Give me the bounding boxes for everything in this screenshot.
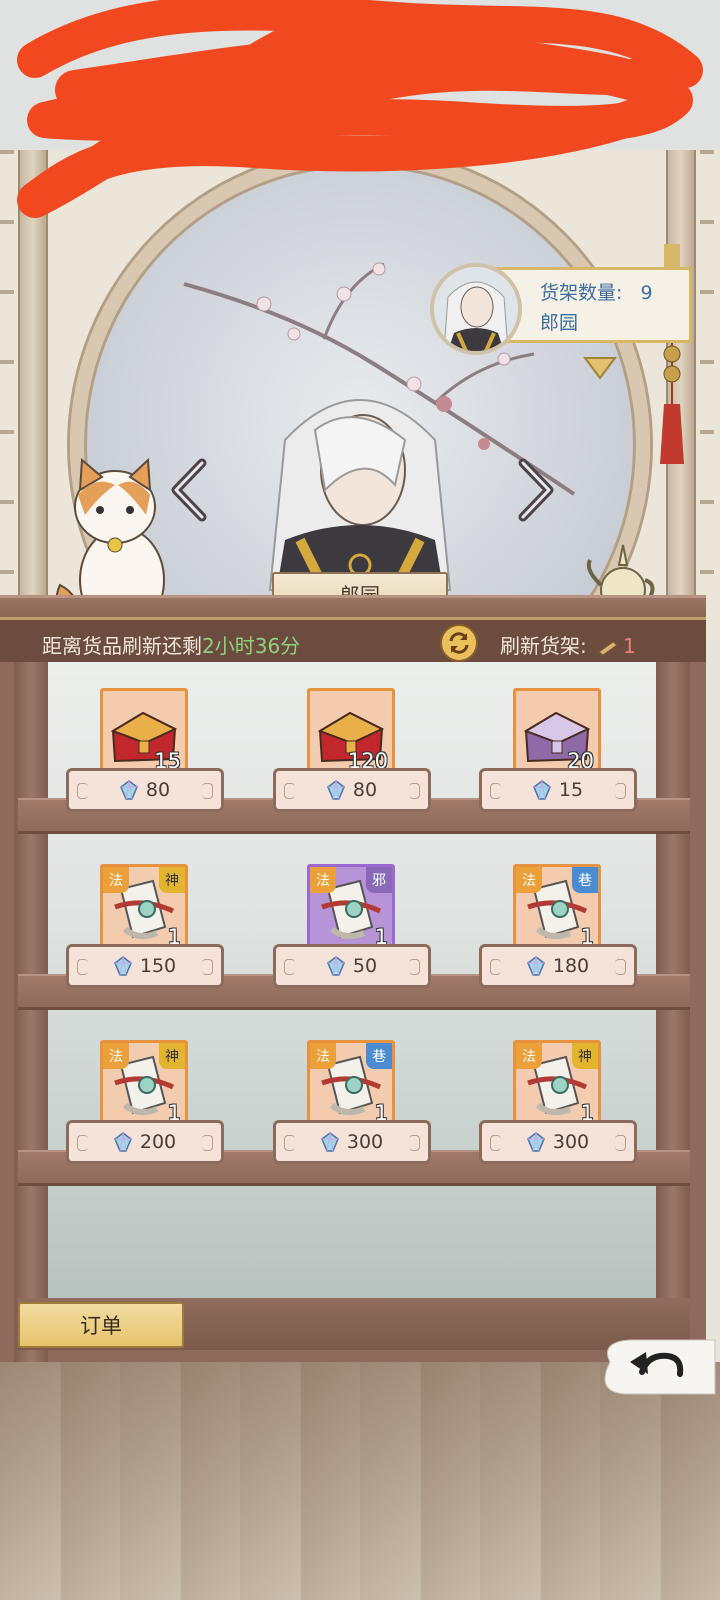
shelf-right-post	[656, 662, 690, 1362]
item-icon-box[interactable]: 法神1	[100, 864, 188, 952]
shop-item-slot[interactable]: 法神 1 150	[66, 864, 226, 1004]
refresh-shelf-button[interactable]	[440, 624, 478, 662]
gem-icon	[113, 956, 132, 976]
item-tag-right: 神	[572, 1043, 598, 1069]
triangle-down-icon[interactable]	[583, 356, 617, 380]
gem-icon	[320, 1132, 339, 1152]
shop-item-slot[interactable]: 法邪 1 50	[273, 864, 433, 1004]
gem-icon	[532, 780, 551, 800]
shop-item-slot[interactable]: 法巷 1 300	[273, 1040, 433, 1180]
ticket-icon	[598, 640, 618, 656]
character-portrait[interactable]	[245, 370, 475, 600]
back-arrow-icon	[604, 1339, 716, 1395]
item-price-value: 80	[145, 779, 171, 801]
gem-icon	[526, 956, 545, 976]
chevron-right-icon	[518, 458, 554, 522]
item-price-value: 200	[139, 1131, 177, 1153]
shop-item-slot[interactable]: 20 15	[479, 688, 639, 828]
next-character-button[interactable]	[505, 455, 565, 525]
item-tag-left: 法	[310, 1043, 336, 1069]
item-price-plate[interactable]: 300	[479, 1120, 637, 1164]
countdown-prefix: 距离货品刷新还剩	[42, 634, 202, 658]
item-tag-left: 法	[516, 1043, 542, 1069]
shop-item-slot[interactable]: 法巷 1 180	[479, 864, 639, 1004]
left-lattice	[0, 150, 14, 630]
item-price-plate[interactable]: 300	[273, 1120, 431, 1164]
refresh-icon	[449, 632, 469, 654]
shelf-info-card[interactable]: 货架数量: 9 郎园	[430, 263, 692, 355]
item-price-value: 80	[352, 779, 378, 801]
gem-icon	[526, 1132, 545, 1152]
gem-icon	[113, 1132, 132, 1152]
item-tag-left: 法	[310, 867, 336, 893]
gem-icon	[119, 780, 138, 800]
item-tag-left: 法	[103, 1043, 129, 1069]
shelf-owner-name: 郎园	[540, 312, 579, 334]
item-price-value: 300	[552, 1131, 590, 1153]
item-tag-right: 巷	[366, 1043, 392, 1069]
item-price-plate[interactable]: 80	[273, 768, 431, 812]
refresh-shelf-label: 刷新货架:	[500, 634, 587, 658]
item-tag-right: 巷	[572, 867, 598, 893]
item-icon-box[interactable]: 法巷1	[307, 1040, 395, 1128]
item-icon-box[interactable]: 法神1	[100, 1040, 188, 1128]
redaction-scribble	[17, 0, 703, 218]
refresh-shelf-cost[interactable]: 刷新货架: 1	[500, 630, 636, 659]
item-price-plate[interactable]: 150	[66, 944, 224, 988]
shelf-left-post	[14, 662, 48, 1362]
item-price-value: 180	[552, 955, 590, 977]
shop-item-slot[interactable]: 法神 1 200	[66, 1040, 226, 1180]
item-tag-right: 邪	[366, 867, 392, 893]
shop-item-slot[interactable]: 120 80	[273, 688, 433, 828]
item-icon-box[interactable]: 20	[513, 688, 601, 776]
item-price-plate[interactable]: 180	[479, 944, 637, 988]
item-price-plate[interactable]: 15	[479, 768, 637, 812]
item-icon-box[interactable]: 15	[100, 688, 188, 776]
item-price-plate[interactable]: 200	[66, 1120, 224, 1164]
owner-avatar	[430, 263, 522, 355]
item-price-value: 15	[558, 779, 584, 801]
item-tag-left: 法	[516, 867, 542, 893]
item-price-value: 50	[352, 955, 378, 977]
item-tag-left: 法	[103, 867, 129, 893]
shop-item-slot[interactable]: 15 80	[66, 688, 226, 828]
item-price-value: 150	[139, 955, 177, 977]
gem-icon	[326, 956, 345, 976]
shelf-count-label: 货架数量:	[540, 282, 623, 304]
item-icon-box[interactable]: 法巷1	[513, 864, 601, 952]
shelf-count-value: 9	[640, 282, 653, 304]
back-button[interactable]	[590, 1332, 720, 1400]
shelf-count-row: 货架数量: 9	[540, 278, 689, 308]
order-button[interactable]: 订单	[18, 1302, 184, 1348]
avatar-portrait	[443, 281, 509, 351]
item-icon-box[interactable]: 法邪1	[307, 864, 395, 952]
refresh-countdown: 距离货品刷新还剩2小时36分	[42, 630, 300, 659]
item-icon-box[interactable]: 法神1	[513, 1040, 601, 1128]
item-icon-box[interactable]: 120	[307, 688, 395, 776]
item-price-plate[interactable]: 80	[66, 768, 224, 812]
refresh-shelf-count: 1	[623, 634, 636, 658]
item-price-value: 300	[346, 1131, 384, 1153]
gem-icon	[326, 780, 345, 800]
refresh-bar: 距离货品刷新还剩2小时36分 刷新货架: 1	[0, 617, 706, 665]
item-tag-right: 神	[159, 867, 185, 893]
item-tag-right: 神	[159, 1043, 185, 1069]
item-price-plate[interactable]: 50	[273, 944, 431, 988]
countdown-time: 2小时36分	[202, 634, 301, 658]
shop-item-slot[interactable]: 法神 1 300	[479, 1040, 639, 1180]
